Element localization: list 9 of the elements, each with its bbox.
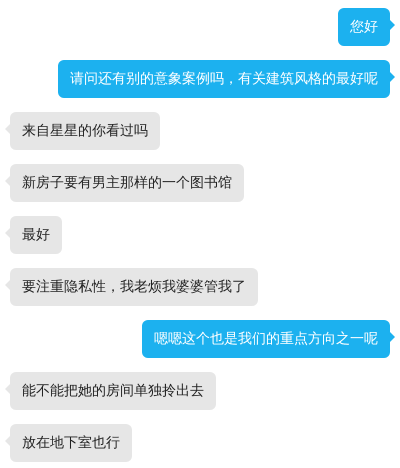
message-bubble: 嗯嗯这个也是我们的重点方向之一呢 bbox=[142, 320, 395, 358]
message-bubble: 最好 bbox=[5, 216, 62, 254]
message-bubble: 能不能把她的房间单独拎出去 bbox=[5, 372, 216, 410]
message-bubble: 要注重隐私性，我老烦我婆婆管我了 bbox=[5, 268, 258, 306]
message-bubble: 您好 bbox=[338, 8, 395, 46]
message-bubble: 请问还有别的意象案例吗，有关建筑风格的最好呢 bbox=[58, 60, 395, 98]
message-bubble: 来自星星的你看过吗 bbox=[5, 112, 160, 150]
message-bubble: 新房子要有男主那样的一个图书馆 bbox=[5, 164, 244, 202]
message-bubble: 放在地下室也行 bbox=[5, 424, 132, 462]
